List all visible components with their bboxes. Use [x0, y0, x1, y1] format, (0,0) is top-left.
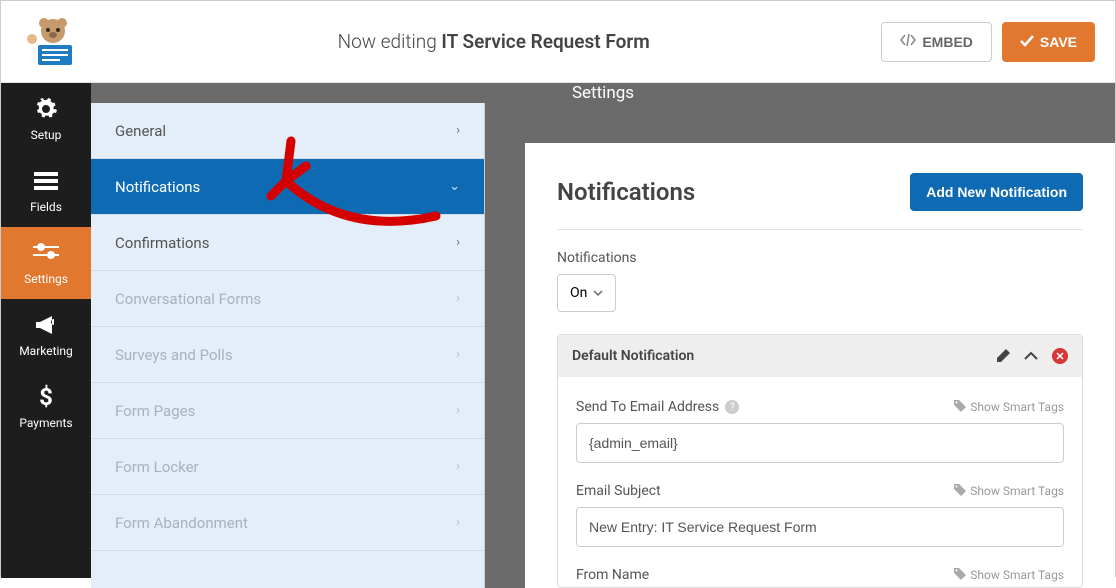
settings-menu: General › Notifications ⌄ Confirmations …: [91, 103, 485, 588]
list-icon: [33, 168, 59, 194]
settings-item-conversational[interactable]: Conversational Forms ›: [91, 271, 484, 327]
field-label: From Name: [576, 567, 649, 583]
nav-item-setup[interactable]: Setup: [1, 83, 91, 155]
settings-item-confirmations[interactable]: Confirmations ›: [91, 215, 484, 271]
chevron-right-icon: ›: [456, 459, 460, 474]
settings-item-notifications[interactable]: Notifications ⌄: [91, 159, 484, 215]
notifications-toggle-dropdown[interactable]: On: [557, 274, 616, 312]
smart-tags-label: Show Smart Tags: [970, 400, 1064, 414]
settings-item-label: Form Abandonment: [115, 514, 248, 532]
delete-icon[interactable]: ✕: [1052, 348, 1068, 364]
gear-icon: [33, 96, 59, 122]
add-notification-button[interactable]: Add New Notification: [910, 173, 1083, 211]
nav-label: Marketing: [19, 344, 73, 358]
settings-item-general[interactable]: General ›: [91, 103, 484, 159]
nav-label: Setup: [31, 128, 62, 142]
top-bar: Now editing IT Service Request Form EMBE…: [1, 1, 1115, 83]
field-row-head: Email Subject Show Smart Tags: [576, 483, 1064, 499]
settings-item-surveys[interactable]: Surveys and Polls ›: [91, 327, 484, 383]
field-label: Email Subject: [576, 483, 661, 499]
nav-item-payments[interactable]: $ Payments: [1, 371, 91, 443]
embed-button[interactable]: EMBED: [881, 22, 992, 62]
field-label-text: Send To Email Address: [576, 399, 719, 415]
toggle-label: Notifications: [557, 250, 1083, 266]
nav-rail: Setup Fields Settings Marketing $ Paymen…: [1, 83, 91, 578]
settings-item-label: Form Pages: [115, 402, 195, 420]
page-title: Now editing IT Service Request Form: [106, 30, 881, 53]
chevron-right-icon: ›: [456, 347, 460, 362]
toggle-value: On: [570, 285, 587, 301]
chevron-right-icon: ›: [456, 515, 460, 530]
sliders-icon: [33, 240, 59, 266]
settings-item-label: Form Locker: [115, 458, 199, 476]
svg-text:$: $: [39, 384, 53, 410]
tag-icon: [954, 400, 966, 415]
save-button[interactable]: SAVE: [1002, 22, 1095, 62]
content-area: Notifications Add New Notification Notif…: [485, 103, 1115, 588]
title-form-name: IT Service Request Form: [441, 30, 649, 53]
collapse-icon[interactable]: [1024, 351, 1038, 361]
check-icon: [1020, 34, 1034, 50]
chevron-right-icon: ›: [456, 403, 460, 418]
sub-body: General › Notifications ⌄ Confirmations …: [91, 103, 1115, 588]
panel-title: Notifications: [557, 178, 695, 206]
panel-head: Notifications Add New Notification: [557, 173, 1083, 230]
smart-tags-link[interactable]: Show Smart Tags: [954, 400, 1064, 415]
embed-label: EMBED: [922, 34, 973, 50]
sub-header: Settings: [91, 83, 1115, 103]
settings-item-label: Conversational Forms: [115, 290, 261, 308]
code-icon: [900, 33, 916, 50]
field-row-head: From Name Show Smart Tags: [576, 567, 1064, 583]
settings-item-label: Surveys and Polls: [115, 346, 233, 364]
chevron-right-icon: ›: [456, 123, 460, 138]
sub-area: Settings General › Notifications ⌄ Confi…: [91, 83, 1115, 578]
save-label: SAVE: [1040, 34, 1077, 50]
main-area: Setup Fields Settings Marketing $ Paymen…: [1, 83, 1115, 578]
nav-label: Settings: [24, 272, 68, 286]
notifications-panel: Notifications Add New Notification Notif…: [525, 143, 1115, 588]
nav-item-fields[interactable]: Fields: [1, 155, 91, 227]
settings-item-abandonment[interactable]: Form Abandonment ›: [91, 495, 484, 551]
nav-item-marketing[interactable]: Marketing: [1, 299, 91, 371]
nav-item-settings[interactable]: Settings: [1, 227, 91, 299]
smart-tags-label: Show Smart Tags: [970, 568, 1064, 582]
card-title: Default Notification: [572, 348, 694, 364]
settings-item-label: Notifications: [115, 178, 200, 196]
nav-label: Payments: [19, 416, 72, 430]
smart-tags-link[interactable]: Show Smart Tags: [954, 568, 1064, 583]
tag-icon: [954, 568, 966, 583]
smart-tags-link[interactable]: Show Smart Tags: [954, 484, 1064, 499]
notification-card: Default Notification ✕: [557, 334, 1083, 588]
app-logo: [21, 14, 86, 69]
send-to-email-input[interactable]: [576, 423, 1064, 463]
chevron-down-icon: [593, 285, 603, 301]
card-actions: ✕: [996, 348, 1068, 364]
chevron-right-icon: ›: [456, 291, 460, 306]
email-subject-input[interactable]: [576, 507, 1064, 547]
dollar-icon: $: [33, 384, 59, 410]
help-icon[interactable]: ?: [725, 400, 739, 414]
field-label: Send To Email Address ?: [576, 399, 739, 415]
title-prefix: Now editing: [338, 30, 442, 53]
settings-item-label: General: [115, 122, 166, 140]
settings-item-label: Confirmations: [115, 234, 209, 252]
bullhorn-icon: [33, 312, 59, 338]
chevron-right-icon: ›: [456, 235, 460, 250]
smart-tags-label: Show Smart Tags: [970, 484, 1064, 498]
card-head: Default Notification ✕: [558, 335, 1082, 377]
tag-icon: [954, 484, 966, 499]
nav-label: Fields: [30, 200, 62, 214]
settings-item-form-pages[interactable]: Form Pages ›: [91, 383, 484, 439]
card-body: Send To Email Address ? Show Smart Tags: [558, 377, 1082, 587]
settings-item-form-locker[interactable]: Form Locker ›: [91, 439, 484, 495]
chevron-down-icon: ⌄: [449, 179, 460, 194]
field-row-head: Send To Email Address ? Show Smart Tags: [576, 399, 1064, 415]
edit-icon[interactable]: [996, 349, 1010, 363]
